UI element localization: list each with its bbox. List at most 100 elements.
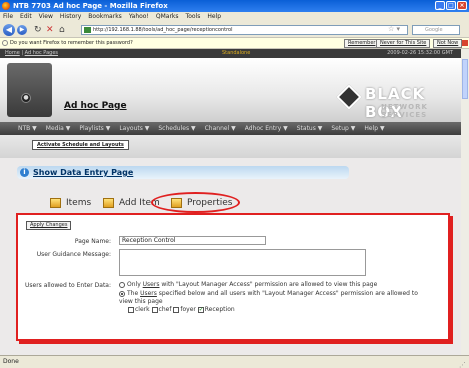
window-titlebar: NTB 7703 Ad hoc Page - Mozilla Firefox _…: [0, 0, 469, 12]
tab-items-label: Items: [66, 198, 92, 208]
main-menu: NTB ▼ Media ▼ Playlists ▼ Layouts ▼ Sche…: [0, 122, 461, 135]
page-name-value: Reception Control: [122, 237, 176, 244]
menu-yahoo[interactable]: Yahoo!: [129, 12, 149, 22]
users-allowed-label: Users allowed to Enter Data:: [25, 282, 111, 289]
action-bar: Activate Schedule and Layouts: [0, 135, 461, 158]
checkbox-reception[interactable]: [197, 306, 204, 313]
checkbox-chef[interactable]: [151, 306, 158, 313]
password-message: Do you want Firefox to remember this pas…: [10, 40, 133, 46]
users-link-1[interactable]: Users: [143, 281, 160, 288]
highlight-ring: [151, 192, 240, 213]
menu-history[interactable]: History: [60, 12, 81, 22]
vertical-scrollbar[interactable]: [461, 49, 469, 355]
page-name-input[interactable]: Reception Control: [119, 236, 266, 245]
menu-qmarks[interactable]: QMarks: [156, 12, 179, 22]
properties-panel: Apply Changes Page Name: Reception Contr…: [16, 213, 450, 341]
mode-label: Standalone: [222, 50, 251, 56]
url-text: http://192.168.1.88/tools/ad_hoc_page/re…: [93, 27, 233, 33]
browser-menubar: File Edit View History Bookmarks Yahoo! …: [0, 12, 469, 22]
tab-items[interactable]: Items: [50, 195, 91, 211]
search-placeholder: Google: [425, 27, 443, 33]
page-name-label: Page Name:: [74, 238, 111, 245]
key-icon: [2, 40, 8, 46]
user-checkbox-list: clerk chef foyer Reception: [128, 306, 235, 313]
menu-adhoc-entry[interactable]: Adhoc Entry ▼: [245, 125, 288, 132]
menu-tools[interactable]: Tools: [186, 12, 201, 22]
page-title[interactable]: Ad hoc Page: [64, 101, 127, 111]
checkbox-foyer[interactable]: [173, 306, 180, 313]
breadcrumb-adhoc[interactable]: Ad hoc Pages: [25, 50, 58, 56]
search-input[interactable]: Google: [412, 25, 460, 35]
menu-layouts[interactable]: Layouts ▼: [119, 125, 149, 132]
menu-help[interactable]: Help: [207, 12, 221, 22]
play-icon: ●: [21, 93, 31, 103]
bookmark-star-icon[interactable]: ☆ ▾: [388, 25, 400, 33]
blackbox-logo: BLACK BOX NETWORK SERVICES: [336, 84, 457, 121]
menu-help-site[interactable]: Help ▼: [364, 125, 384, 132]
guidance-textarea[interactable]: [119, 249, 366, 276]
users-link-2[interactable]: Users: [140, 290, 157, 297]
main-area: i Show Data Entry Page Items Add Item Pr…: [0, 158, 461, 355]
maximize-button[interactable]: □: [446, 1, 456, 10]
menu-status[interactable]: Status ▼: [297, 125, 323, 132]
not-now-button[interactable]: Not Now: [433, 39, 463, 48]
menu-view[interactable]: View: [39, 12, 53, 22]
close-window-button[interactable]: ×: [457, 1, 467, 10]
user-clerk-label: clerk: [135, 306, 150, 313]
status-bar: Done ⋰: [0, 355, 469, 368]
user-reception-label: Reception: [204, 306, 235, 313]
minimize-button[interactable]: _: [435, 1, 445, 10]
logo-diamond-icon: [336, 84, 362, 110]
menu-playlists[interactable]: Playlists ▼: [79, 125, 110, 132]
guidance-label: User Guidance Message:: [36, 251, 111, 258]
checkbox-clerk[interactable]: [128, 306, 134, 313]
menu-schedules[interactable]: Schedules ▼: [158, 125, 195, 132]
window-title: NTB 7703 Ad hoc Page - Mozilla Firefox: [13, 2, 168, 10]
stop-icon[interactable]: ✕: [46, 25, 54, 35]
menu-setup[interactable]: Setup ▼: [331, 125, 355, 132]
menu-file[interactable]: File: [3, 12, 13, 22]
password-notification-bar: Do you want Firefox to remember this pas…: [0, 38, 469, 49]
menu-area: NTB ▼ Media ▼ Playlists ▼ Layouts ▼ Sche…: [0, 122, 461, 158]
status-text: Done: [3, 358, 19, 365]
radio-specified-users[interactable]: [119, 290, 125, 297]
remember-button[interactable]: Remember: [344, 39, 380, 48]
never-for-site-button[interactable]: Never for This Site: [376, 39, 431, 48]
option2-continuation: view this page: [119, 298, 163, 305]
breadcrumb-home[interactable]: Home: [5, 50, 20, 56]
firefox-icon: [2, 2, 10, 10]
menu-bookmarks[interactable]: Bookmarks: [88, 12, 122, 22]
forward-button[interactable]: ▶: [17, 25, 27, 35]
nav-toolbar: ◀ ▶ ↻ ✕ ⌂ http://192.168.1.88/tools/ad_h…: [0, 22, 469, 38]
scrollbar-thumb[interactable]: [462, 59, 468, 99]
option2-post: specified below and all users with "Layo…: [156, 290, 418, 297]
reload-icon[interactable]: ↻: [34, 25, 42, 35]
site-icon: [84, 27, 91, 33]
option2-pre: The: [127, 290, 141, 297]
back-button[interactable]: ◀: [3, 24, 15, 36]
info-icon: i: [20, 168, 29, 177]
menu-channel[interactable]: Channel ▼: [205, 125, 236, 132]
page-content: Home | Ad hoc Pages Standalone 2009-02-2…: [0, 49, 461, 355]
folder-icon: [50, 198, 61, 208]
datetime-label: 2009-02-26 15:32:00 GMT: [387, 50, 453, 56]
activate-schedule-button[interactable]: Activate Schedule and Layouts: [32, 140, 129, 150]
device-graphic: ●: [7, 63, 52, 117]
close-notification-icon[interactable]: [462, 40, 468, 46]
breadcrumb: Home | Ad hoc Pages Standalone 2009-02-2…: [0, 49, 461, 58]
option1-pre: Only: [127, 281, 143, 288]
show-data-entry-link[interactable]: Show Data Entry Page: [33, 168, 133, 177]
option-specified-users: The Users specified below and all users …: [119, 290, 445, 297]
url-bar[interactable]: http://192.168.1.88/tools/ad_hoc_page/re…: [81, 25, 408, 35]
resize-grip-icon[interactable]: ⋰: [459, 359, 466, 368]
home-icon[interactable]: ⌂: [59, 25, 65, 35]
menu-ntb[interactable]: NTB ▼: [18, 125, 37, 132]
option1-post: with "Layout Manager Access" permission …: [159, 281, 378, 288]
menu-media[interactable]: Media ▼: [46, 125, 71, 132]
user-chef-label: chef: [158, 306, 172, 313]
menu-edit[interactable]: Edit: [20, 12, 32, 22]
page-header: ● Ad hoc Page BLACK BOX NETWORK SERVICES: [0, 58, 461, 122]
radio-only-users[interactable]: [119, 281, 125, 288]
folder-add-icon: [103, 198, 114, 208]
apply-changes-button[interactable]: Apply Changes: [26, 221, 72, 230]
